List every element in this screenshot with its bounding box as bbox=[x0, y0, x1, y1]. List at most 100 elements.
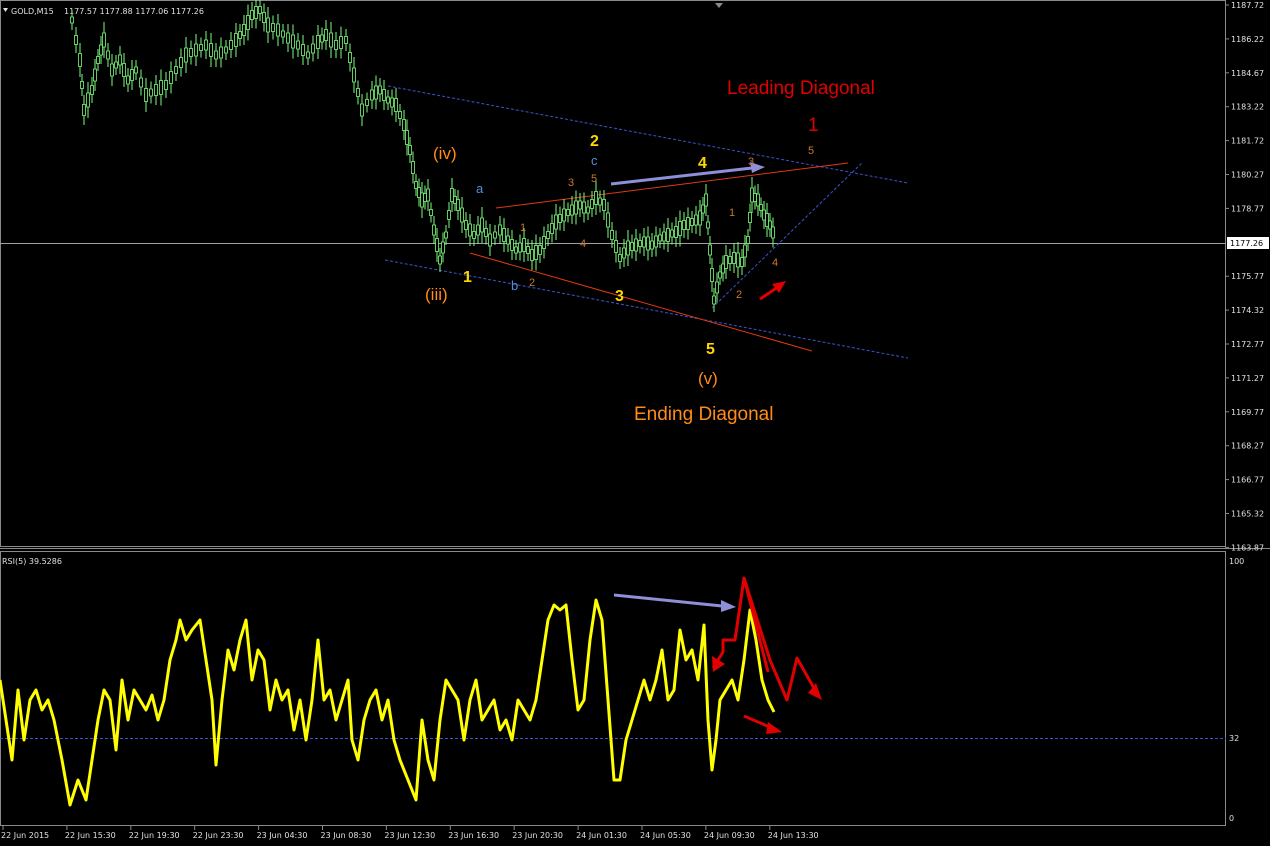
chart-canvas[interactable]: GOLD,M15 1177.57 1177.88 1177.06 1177.26… bbox=[0, 0, 1270, 846]
candle-body bbox=[746, 236, 750, 244]
candle-body bbox=[402, 119, 406, 131]
rsi-line bbox=[0, 598, 776, 807]
candle-body bbox=[686, 217, 690, 230]
candle-body bbox=[80, 81, 84, 89]
candle-body bbox=[110, 63, 114, 77]
price-tick-label: 1186.22 bbox=[1231, 35, 1264, 44]
candle-body bbox=[574, 200, 578, 215]
candle-body bbox=[301, 44, 305, 56]
candle-body bbox=[708, 244, 712, 256]
minor-wave-4-label: 4 bbox=[580, 238, 586, 250]
time-tick-label: 24 Jun 13:30 bbox=[768, 831, 819, 840]
price-tick-label: 1172.77 bbox=[1231, 340, 1264, 349]
candle-body bbox=[590, 199, 594, 209]
candle-body bbox=[506, 235, 510, 245]
time-axis[interactable]: 22 Jun 2015 22 Jun 15:30 22 Jun 19:30 22 Ju… bbox=[1, 826, 819, 840]
candle-body bbox=[622, 247, 626, 259]
price-tick-label: 1171.27 bbox=[1231, 374, 1264, 383]
time-tick-label: 23 Jun 16:30 bbox=[448, 831, 499, 840]
candle-body bbox=[718, 271, 722, 279]
candle-body bbox=[149, 88, 153, 97]
time-tick-label: 24 Jun 05:30 bbox=[640, 831, 691, 840]
candle-body bbox=[666, 228, 670, 242]
divergence-arrow-rsi bbox=[613, 593, 723, 608]
candle-body bbox=[546, 231, 550, 239]
candle-body bbox=[159, 80, 163, 95]
candle-body bbox=[444, 231, 448, 239]
wave-iv-label: (iv) bbox=[433, 144, 457, 163]
candle-body bbox=[582, 201, 586, 214]
candle-body bbox=[768, 220, 772, 230]
candle-body bbox=[74, 35, 78, 45]
candle-body bbox=[690, 218, 694, 226]
candle-body bbox=[678, 221, 682, 236]
candle-body bbox=[238, 31, 242, 39]
candle-body bbox=[134, 66, 138, 74]
candle-body bbox=[398, 111, 402, 119]
wave-4-label: 4 bbox=[698, 155, 707, 172]
candle-body bbox=[450, 188, 454, 202]
time-tick-label: 23 Jun 12:30 bbox=[384, 831, 435, 840]
candle-body bbox=[390, 97, 394, 108]
candle-body bbox=[435, 238, 439, 252]
minor-wave-5-label: 5 bbox=[591, 173, 597, 185]
candle-body bbox=[382, 89, 386, 101]
candle-body bbox=[724, 255, 728, 269]
candle-body bbox=[429, 209, 433, 216]
divergence-arrow-rsi-head bbox=[721, 600, 736, 612]
upper-channel-line[interactable] bbox=[387, 85, 909, 184]
minor-wave-3b-label: 3 bbox=[748, 156, 754, 168]
ending-diagonal-lower-line[interactable] bbox=[469, 252, 813, 352]
price-tick-label: 1184.67 bbox=[1231, 69, 1264, 78]
candle-body bbox=[712, 295, 716, 305]
candle-body bbox=[209, 43, 213, 57]
price-tick-label: 1174.32 bbox=[1231, 306, 1264, 315]
symbol-dropdown-icon[interactable] bbox=[3, 8, 8, 12]
candle-body bbox=[566, 209, 570, 216]
price-tick-label: 1183.22 bbox=[1231, 103, 1264, 112]
candle-body bbox=[743, 244, 747, 258]
candle-body bbox=[759, 204, 763, 211]
candle-body bbox=[518, 242, 522, 253]
candle-body bbox=[184, 47, 188, 63]
candle-body bbox=[356, 88, 360, 97]
candle-body bbox=[219, 46, 223, 59]
divergence-arrow-price bbox=[610, 166, 753, 186]
candle-body bbox=[510, 239, 514, 251]
candle-body bbox=[258, 6, 262, 14]
candle-body bbox=[476, 224, 480, 236]
candle-body bbox=[334, 40, 338, 50]
rsi-level-0: 0 bbox=[1229, 814, 1234, 823]
candle-body bbox=[554, 214, 558, 230]
candle-body bbox=[316, 35, 320, 49]
candle-body bbox=[765, 213, 769, 227]
candle-body bbox=[417, 187, 421, 198]
candle-body bbox=[698, 210, 702, 226]
sub-wave-c-label: c bbox=[591, 153, 598, 168]
chart-shift-marker[interactable] bbox=[715, 3, 723, 8]
candle-body bbox=[90, 85, 94, 95]
candle-body bbox=[229, 40, 233, 50]
candle-body bbox=[386, 96, 390, 104]
candle-body bbox=[526, 246, 530, 254]
candle-body bbox=[658, 234, 662, 242]
candle-body bbox=[291, 34, 295, 49]
rsi-level-32: 32 bbox=[1229, 734, 1239, 743]
diagonal-support-line[interactable] bbox=[711, 162, 863, 309]
candle-body bbox=[432, 224, 436, 236]
rsi-panel-frame bbox=[0, 551, 1226, 826]
candle-body bbox=[262, 12, 266, 23]
price-axis[interactable]: 1187.72 1186.22 1184.67 1183.22 1181.72 1180.… bbox=[1225, 1, 1264, 552]
candle-body bbox=[674, 226, 678, 238]
candle-body bbox=[456, 199, 460, 211]
candle-body bbox=[324, 29, 328, 41]
candle-body bbox=[423, 193, 427, 202]
candle-body bbox=[378, 85, 382, 95]
ending-diagonal-upper-line[interactable] bbox=[495, 162, 849, 209]
candle-body bbox=[602, 199, 606, 211]
candle-body bbox=[266, 17, 270, 33]
candle-body bbox=[502, 228, 506, 242]
candle-body bbox=[704, 193, 708, 207]
candle-body bbox=[154, 84, 158, 96]
candle-body bbox=[99, 44, 103, 56]
